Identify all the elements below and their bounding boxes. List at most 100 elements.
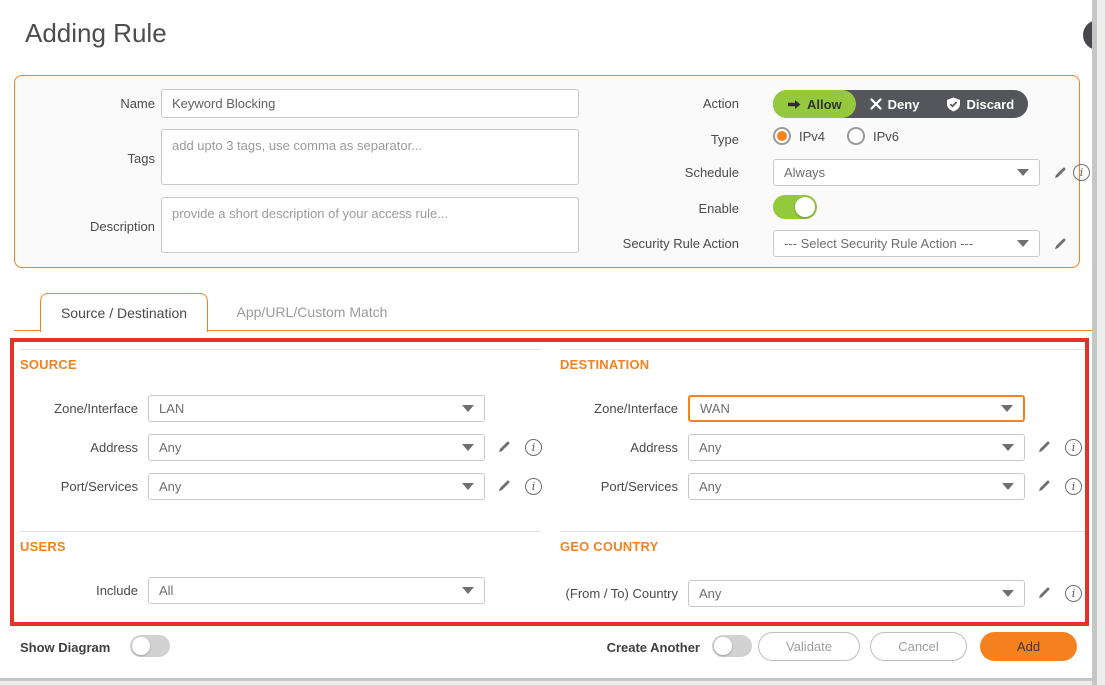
schedule-value: Always: [784, 165, 826, 180]
tab-source-destination[interactable]: Source / Destination: [40, 293, 208, 332]
source-port-row: Port/Services Any i: [20, 472, 542, 500]
shield-icon: [947, 97, 961, 111]
enable-label: Enable: [698, 201, 739, 216]
destination-section-title: DESTINATION: [560, 357, 650, 372]
users-include-row: Include All: [20, 576, 485, 604]
source-zone-select[interactable]: LAN: [148, 394, 485, 422]
schedule-select[interactable]: Always: [773, 159, 1040, 186]
ipv4-radio[interactable]: [773, 127, 791, 145]
tags-input[interactable]: [161, 129, 579, 185]
tab-app-url-custom-match[interactable]: App/URL/Custom Match: [222, 293, 402, 331]
action-allow-button[interactable]: Allow: [773, 90, 856, 118]
chevron-down-icon: [1002, 589, 1014, 597]
show-diagram-toggle[interactable]: [130, 635, 170, 657]
security-rule-action-value: --- Select Security Rule Action ---: [784, 236, 974, 251]
source-divider: [20, 349, 541, 350]
ipv4-label: IPv4: [799, 128, 826, 144]
users-divider: [20, 531, 541, 532]
window-edge-bottom-outer: [0, 681, 1105, 685]
geo-country-edit-icon[interactable]: [1035, 584, 1053, 602]
destination-port-label: Port/Services: [600, 478, 678, 494]
action-label: Action: [702, 96, 739, 111]
source-port-select[interactable]: Any: [148, 472, 485, 500]
description-input[interactable]: [161, 197, 579, 253]
source-port-edit-icon[interactable]: [495, 477, 513, 495]
geo-country-row: (From / To) Country Any i: [560, 579, 1082, 607]
pencil-icon: [1055, 238, 1066, 250]
action-discard-button[interactable]: Discard: [933, 90, 1028, 118]
schedule-info-icon[interactable]: i: [1073, 164, 1090, 181]
destination-zone-select[interactable]: WAN: [688, 394, 1025, 422]
destination-port-value: Any: [699, 478, 722, 494]
geo-country-info-icon[interactable]: i: [1065, 584, 1082, 602]
ipv6-label: IPv6: [873, 128, 900, 144]
destination-zone-value: WAN: [700, 400, 730, 416]
action-deny-label: Deny: [887, 96, 920, 112]
destination-divider: [560, 349, 1086, 350]
action-allow-label: Allow: [807, 96, 842, 112]
geo-country-value: Any: [699, 585, 722, 601]
create-another-toggle[interactable]: [712, 635, 752, 657]
description-label: Description: [89, 219, 155, 234]
schedule-label: Schedule: [684, 165, 739, 180]
security-rule-action-label: Security Rule Action: [622, 236, 739, 251]
name-label: Name: [120, 96, 155, 111]
chevron-down-icon: [1002, 482, 1014, 490]
chevron-down-icon: [462, 404, 474, 412]
users-include-select[interactable]: All: [148, 576, 485, 604]
chevron-down-icon: [1001, 404, 1013, 412]
users-include-label: Include: [96, 582, 138, 598]
enable-toggle[interactable]: [773, 195, 817, 219]
source-section-title: SOURCE: [20, 357, 77, 372]
destination-port-row: Port/Services Any i: [560, 472, 1082, 500]
source-address-info-icon[interactable]: i: [525, 438, 542, 456]
cancel-button[interactable]: Cancel: [870, 632, 967, 661]
destination-address-info-icon[interactable]: i: [1065, 438, 1082, 456]
create-another-label: Create Another: [606, 640, 700, 655]
pencil-icon: [499, 441, 510, 453]
destination-address-edit-icon[interactable]: [1035, 438, 1053, 456]
destination-address-select[interactable]: Any: [688, 433, 1025, 461]
destination-address-value: Any: [699, 439, 722, 455]
geo-country-select[interactable]: Any: [688, 579, 1025, 607]
pencil-icon: [1055, 167, 1066, 179]
source-port-label: Port/Services: [60, 478, 138, 494]
type-radio-group: IPv4 IPv6: [773, 127, 913, 145]
validate-button[interactable]: Validate: [758, 632, 860, 661]
users-section-title: USERS: [20, 539, 66, 554]
security-rule-action-edit-icon[interactable]: [1051, 235, 1069, 253]
action-segmented-control: Allow Deny Discard: [773, 90, 1029, 118]
general-settings-panel: Name Tags Description Action Allow Deny …: [14, 75, 1090, 268]
name-input[interactable]: [161, 89, 579, 118]
destination-port-edit-icon[interactable]: [1035, 477, 1053, 495]
add-button[interactable]: Add: [980, 632, 1077, 661]
destination-address-row: Address Any i: [560, 433, 1082, 461]
source-address-select[interactable]: Any: [148, 433, 485, 461]
show-diagram-label: Show Diagram: [20, 640, 111, 655]
tab-app-url-custom-match-label: App/URL/Custom Match: [236, 304, 388, 320]
chevron-down-icon: [1017, 169, 1029, 176]
x-icon: [870, 98, 882, 110]
pencil-icon: [1039, 587, 1050, 599]
destination-zone-label: Zone/Interface: [594, 400, 678, 416]
source-address-row: Address Any i: [20, 433, 542, 461]
source-zone-value: LAN: [159, 400, 185, 416]
pencil-icon: [1039, 480, 1050, 492]
source-address-edit-icon[interactable]: [495, 438, 513, 456]
source-address-label: Address: [90, 439, 138, 455]
action-discard-label: Discard: [966, 96, 1015, 112]
destination-port-select[interactable]: Any: [688, 472, 1025, 500]
schedule-edit-icon[interactable]: [1051, 164, 1069, 182]
pencil-icon: [1039, 441, 1050, 453]
destination-address-label: Address: [630, 439, 678, 455]
geo-divider: [560, 531, 1086, 532]
security-rule-action-select[interactable]: --- Select Security Rule Action ---: [773, 230, 1040, 257]
chevron-down-icon: [462, 443, 474, 451]
action-deny-button[interactable]: Deny: [856, 90, 934, 118]
chevron-down-icon: [1017, 240, 1029, 247]
destination-port-info-icon[interactable]: i: [1065, 477, 1082, 495]
arrow-right-icon: [788, 99, 801, 109]
tab-source-destination-label: Source / Destination: [60, 305, 188, 321]
ipv6-radio[interactable]: [847, 127, 866, 145]
source-port-info-icon[interactable]: i: [525, 477, 542, 495]
